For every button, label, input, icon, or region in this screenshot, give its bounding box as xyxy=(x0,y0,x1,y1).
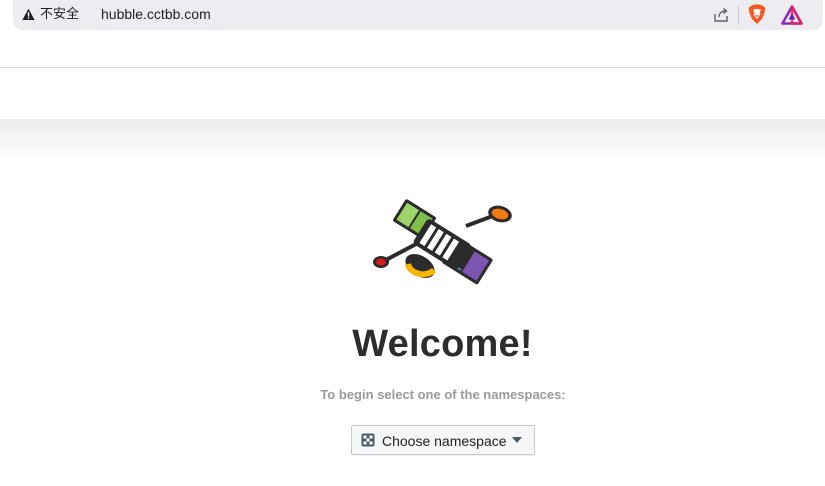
welcome-title: Welcome! xyxy=(352,323,533,365)
address-bar[interactable]: 不安全 hubble.cctbb.com xyxy=(13,0,823,30)
brave-rewards-icon[interactable] xyxy=(781,5,803,25)
toolbar-separator xyxy=(738,6,739,24)
namespace-icon xyxy=(361,433,375,447)
header-shadow xyxy=(0,119,825,163)
welcome-subtitle: To begin select one of the namespaces: xyxy=(320,387,566,402)
security-status-label[interactable]: 不安全 xyxy=(40,7,79,23)
url-text[interactable]: hubble.cctbb.com xyxy=(101,6,211,23)
brave-shields-icon[interactable] xyxy=(747,4,767,25)
chevron-down-icon xyxy=(512,437,522,443)
share-icon[interactable] xyxy=(711,5,731,25)
choose-namespace-button[interactable]: Choose namespace xyxy=(351,425,535,455)
app-header xyxy=(0,69,825,119)
warning-icon[interactable] xyxy=(22,8,35,21)
browser-toolbar: 不安全 hubble.cctbb.com xyxy=(0,0,825,68)
choose-namespace-label: Choose namespace xyxy=(382,433,507,449)
hubble-satellite-logo xyxy=(373,199,512,285)
